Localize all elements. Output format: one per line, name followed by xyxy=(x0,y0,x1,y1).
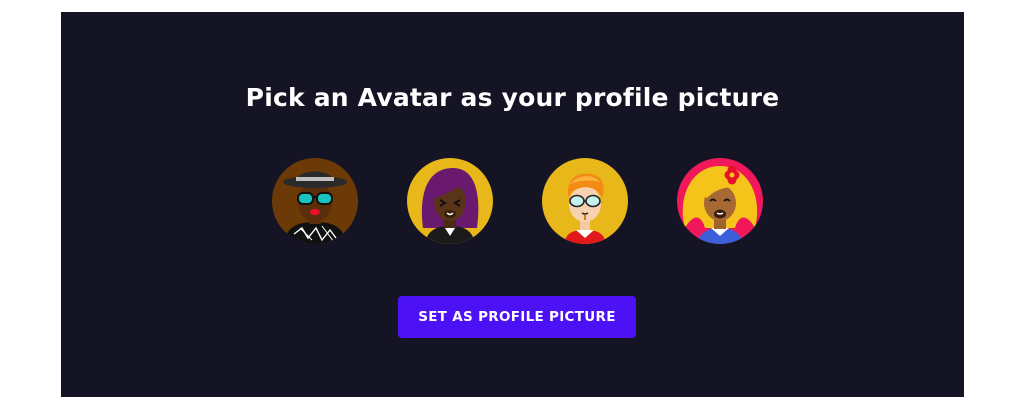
avatar-option-4[interactable] xyxy=(677,158,763,244)
avatar-list xyxy=(61,158,964,246)
avatar-picker-panel: Pick an Avatar as your profile picture S… xyxy=(61,12,964,397)
avatar-purple-hair-icon xyxy=(407,158,493,244)
avatar-blonde-flower-icon xyxy=(677,158,763,244)
avatar-ginger-glasses-icon xyxy=(542,158,628,244)
avatar-option-1[interactable] xyxy=(272,158,358,244)
avatar-hat-sunglasses-icon xyxy=(272,158,358,244)
avatar-option-3[interactable] xyxy=(542,158,628,244)
avatar-option-2[interactable] xyxy=(407,158,493,244)
page-title: Pick an Avatar as your profile picture xyxy=(245,83,780,112)
set-as-profile-picture-button[interactable]: SET AS PROFILE PICTURE xyxy=(398,296,636,338)
